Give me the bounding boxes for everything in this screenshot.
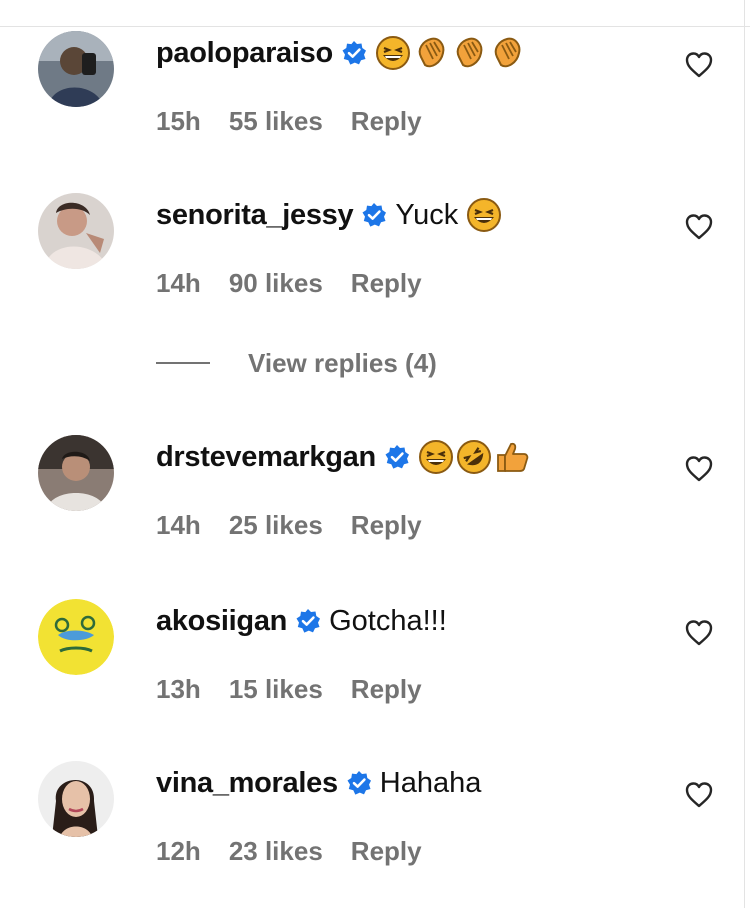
- username[interactable]: senorita_jessy: [156, 199, 354, 232]
- emoji-row: [466, 197, 502, 233]
- scroll-edge: [744, 0, 745, 908]
- verified-badge-icon: [341, 40, 367, 66]
- comment-header: senorita_jessy Yuck: [156, 195, 502, 235]
- reply-button[interactable]: Reply: [351, 106, 422, 137]
- view-replies-label: View replies (4): [248, 347, 437, 378]
- comment-header: akosiigan Gotcha!!!: [156, 601, 447, 641]
- comment-text: Yuck: [395, 198, 459, 231]
- timestamp: 15h: [156, 106, 201, 136]
- timestamp: 12h: [156, 836, 201, 866]
- grinning-squint-face-icon: [467, 198, 502, 232]
- timestamp: 13h: [156, 674, 201, 704]
- verified-badge-icon: [361, 202, 387, 228]
- comment-item: vina_morales Hahaha 12h 23 likes Reply: [0, 758, 740, 888]
- comment-meta: 14h 25 likes Reply: [156, 510, 422, 541]
- reply-button[interactable]: Reply: [351, 674, 422, 705]
- timestamp: 14h: [156, 510, 201, 540]
- avatar[interactable]: [38, 31, 114, 107]
- heart-icon[interactable]: [684, 454, 714, 484]
- avatar[interactable]: [38, 435, 114, 511]
- comment-item: senorita_jessy Yuck 14h 90 likes Reply: [0, 190, 740, 320]
- heart-icon[interactable]: [684, 780, 714, 810]
- thumbs-up-icon: [496, 442, 529, 472]
- comment-header: paoloparaiso: [156, 33, 525, 73]
- username[interactable]: paoloparaiso: [156, 37, 333, 70]
- replies-divider-line: [156, 362, 210, 364]
- username[interactable]: vina_morales: [156, 767, 338, 800]
- verified-badge-icon: [346, 770, 372, 796]
- comment-item: drstevemarkgan 14h 25 likes Reply: [0, 432, 740, 562]
- verified-badge-icon: [295, 608, 321, 634]
- username[interactable]: drstevemarkgan: [156, 441, 376, 474]
- comment-header: drstevemarkgan: [156, 437, 530, 477]
- emoji-row: [418, 439, 530, 475]
- comment-text: Hahaha: [379, 766, 482, 799]
- verified-badge-icon: [384, 444, 410, 470]
- comment-item: paoloparaiso 15h 55 likes Reply: [0, 28, 740, 158]
- likes-count[interactable]: 25 likes: [229, 510, 323, 541]
- heart-icon[interactable]: [684, 50, 714, 80]
- likes-count[interactable]: 90 likes: [229, 268, 323, 299]
- clapping-hands-icon: [494, 37, 521, 68]
- comment-meta: 15h 55 likes Reply: [156, 106, 422, 137]
- likes-count[interactable]: 15 likes: [229, 674, 323, 705]
- likes-count[interactable]: 55 likes: [229, 106, 323, 137]
- heart-icon[interactable]: [684, 618, 714, 648]
- comment-text: Gotcha!!!: [329, 604, 447, 637]
- grinning-squint-face-icon: [375, 36, 410, 70]
- reply-button[interactable]: Reply: [351, 510, 422, 541]
- likes-count[interactable]: 23 likes: [229, 836, 323, 867]
- top-divider: [0, 26, 750, 27]
- timestamp: 14h: [156, 268, 201, 298]
- rolling-on-floor-laughing-icon: [456, 440, 491, 474]
- comment-header: vina_morales Hahaha: [156, 763, 481, 803]
- reply-button[interactable]: Reply: [351, 268, 422, 299]
- avatar[interactable]: [38, 761, 114, 837]
- clapping-hands-icon: [456, 37, 483, 68]
- grinning-squint-face-icon: [418, 440, 453, 474]
- avatar[interactable]: [38, 193, 114, 269]
- emoji-row: [375, 35, 525, 71]
- avatar[interactable]: [38, 599, 114, 675]
- username[interactable]: akosiigan: [156, 605, 287, 638]
- comment-meta: 14h 90 likes Reply: [156, 268, 422, 299]
- reply-button[interactable]: Reply: [351, 836, 422, 867]
- comment-meta: 13h 15 likes Reply: [156, 674, 422, 705]
- comment-item: akosiigan Gotcha!!! 13h 15 likes Reply: [0, 596, 740, 726]
- heart-icon[interactable]: [684, 212, 714, 242]
- clapping-hands-icon: [418, 37, 445, 68]
- view-replies-button[interactable]: View replies (4): [156, 343, 437, 383]
- comment-meta: 12h 23 likes Reply: [156, 836, 422, 867]
